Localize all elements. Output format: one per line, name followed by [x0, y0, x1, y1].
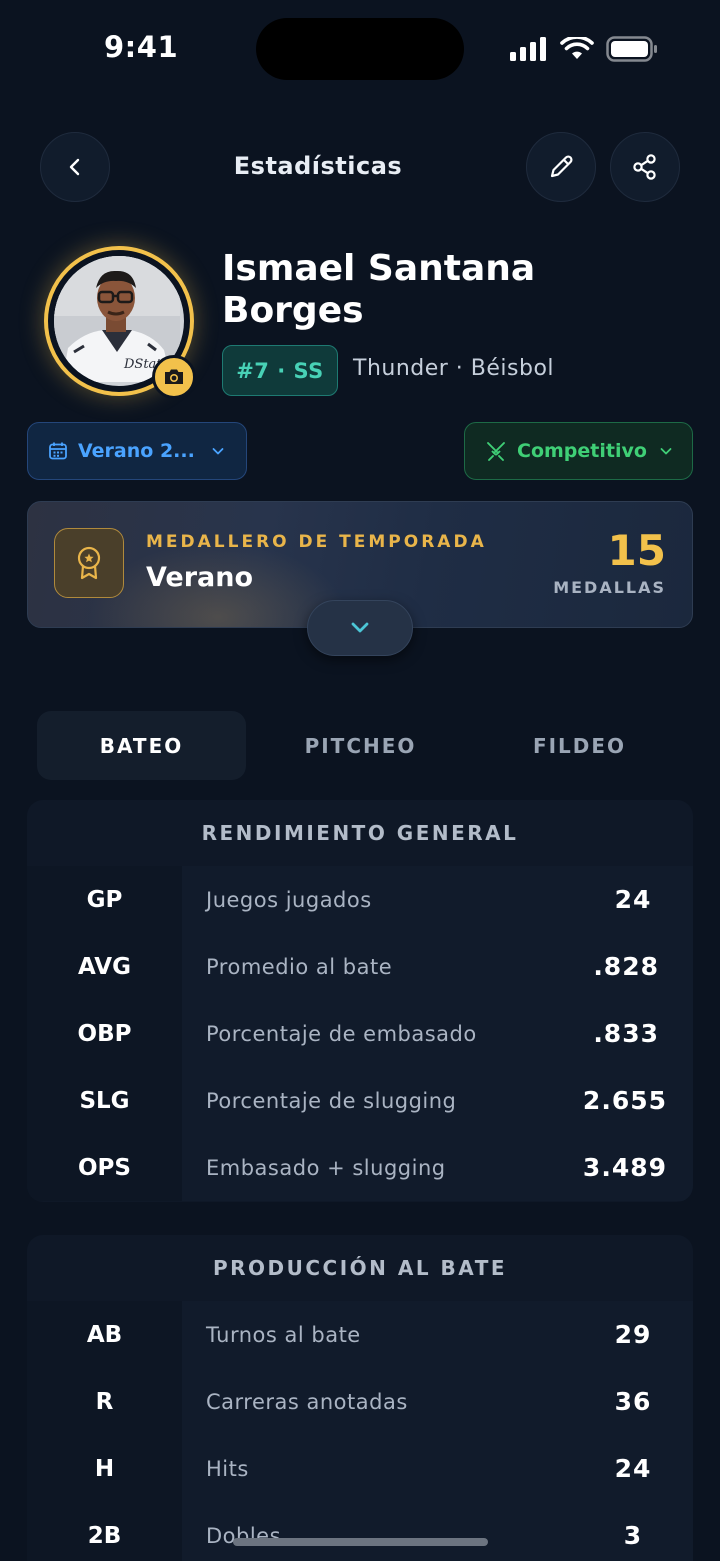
stat-desc: Carreras anotadas: [182, 1368, 563, 1435]
calendar-icon: [49, 442, 67, 460]
status-bar: 9:41: [0, 0, 720, 100]
stat-desc: Porcentaje de embasado: [182, 1000, 563, 1067]
section-title: RENDIMIENTO GENERAL: [201, 821, 519, 845]
crossed-swords-icon: [487, 442, 505, 461]
chevron-down-icon: [351, 622, 369, 633]
stat-abbr: AB: [27, 1301, 182, 1368]
stat-desc: Juegos jugados: [182, 866, 563, 933]
section-title: PRODUCCIÓN AL BATE: [212, 1256, 508, 1280]
stat-value: 3: [563, 1502, 693, 1561]
camera-icon: [165, 369, 183, 384]
stat-desc: Porcentaje de slugging: [182, 1067, 563, 1134]
table-row: H Hits 24: [27, 1435, 693, 1502]
stats-section-production: PRODUCCIÓN AL BATE AB Turnos al bate 29 …: [27, 1235, 693, 1561]
mode-dropdown-label: Competitivo: [517, 440, 647, 462]
stat-value: 24: [563, 1435, 693, 1502]
table-row: GP Juegos jugados 24: [27, 866, 693, 933]
medal-count: 15: [607, 526, 666, 575]
stat-desc: Turnos al bate: [182, 1301, 563, 1368]
stat-desc: Dobles: [182, 1502, 563, 1561]
stat-abbr: GP: [27, 866, 182, 933]
stat-desc: Embasado + slugging: [182, 1134, 563, 1201]
number-position-badge: #7 · SS: [222, 345, 338, 396]
battery-icon: [606, 36, 657, 62]
stat-value: .828: [563, 933, 693, 1000]
season-dropdown-label: Verano 2...: [78, 440, 195, 462]
stat-abbr: 2B: [27, 1502, 182, 1561]
table-row: OPS Embasado + slugging 3.489: [27, 1134, 693, 1201]
pencil-icon: [550, 155, 573, 178]
stat-value: 29: [563, 1301, 693, 1368]
medal-card-kicker: MEDALLERO DE TEMPORADA: [146, 532, 487, 552]
stat-abbr: SLG: [27, 1067, 182, 1134]
chevron-down-icon: [660, 448, 672, 455]
player-name-line1: Ismael Santana: [222, 248, 536, 289]
status-time: 9:41: [104, 30, 179, 64]
change-photo-button[interactable]: [152, 355, 196, 399]
share-button[interactable]: [610, 132, 680, 202]
table-row: AVG Promedio al bate .828: [27, 933, 693, 1000]
stat-desc: Hits: [182, 1435, 563, 1502]
stat-abbr: OBP: [27, 1000, 182, 1067]
expand-medals-button[interactable]: [307, 600, 413, 656]
player-name: Ismael Santana Borges: [222, 248, 535, 332]
stat-abbr: AVG: [27, 933, 182, 1000]
medal-unit-label: MEDALLAS: [553, 578, 666, 597]
table-row: 2B Dobles 3: [27, 1502, 693, 1561]
stat-desc: Promedio al bate: [182, 933, 563, 1000]
home-indicator[interactable]: [233, 1538, 488, 1546]
stat-abbr: R: [27, 1368, 182, 1435]
tab-bateo[interactable]: BATEO: [37, 711, 246, 780]
stat-value: .833: [563, 1000, 693, 1067]
stats-section-general: RENDIMIENTO GENERAL GP Juegos jugados 24…: [27, 800, 693, 1202]
edit-button[interactable]: [526, 132, 596, 202]
medal-card-season: Verano: [146, 562, 254, 593]
table-row: AB Turnos al bate 29: [27, 1301, 693, 1368]
table-row: R Carreras anotadas 36: [27, 1368, 693, 1435]
stat-value: 24: [563, 866, 693, 933]
stat-abbr: OPS: [27, 1134, 182, 1201]
share-icon: [633, 154, 656, 180]
team-sport-label: Thunder · Béisbol: [353, 356, 555, 381]
tab-pitcheo[interactable]: PITCHEO: [256, 711, 465, 780]
table-row: OBP Porcentaje de embasado .833: [27, 1000, 693, 1067]
chevron-down-icon: [212, 448, 224, 455]
dynamic-island: [256, 18, 464, 80]
medal-badge: [54, 528, 124, 598]
tab-fildeo[interactable]: FILDEO: [475, 711, 684, 780]
cellular-signal-icon: [510, 37, 546, 61]
stat-value: 2.655: [563, 1067, 693, 1134]
award-ribbon-icon: [77, 546, 101, 580]
stat-value: 3.489: [563, 1134, 693, 1201]
season-dropdown[interactable]: Verano 2...: [27, 422, 247, 480]
status-icons: [510, 36, 658, 62]
player-name-line2: Borges: [222, 290, 364, 331]
table-row: SLG Porcentaje de slugging 2.655: [27, 1067, 693, 1134]
stat-value: 36: [563, 1368, 693, 1435]
wifi-icon: [560, 37, 594, 59]
mode-dropdown[interactable]: Competitivo: [464, 422, 693, 480]
stat-abbr: H: [27, 1435, 182, 1502]
